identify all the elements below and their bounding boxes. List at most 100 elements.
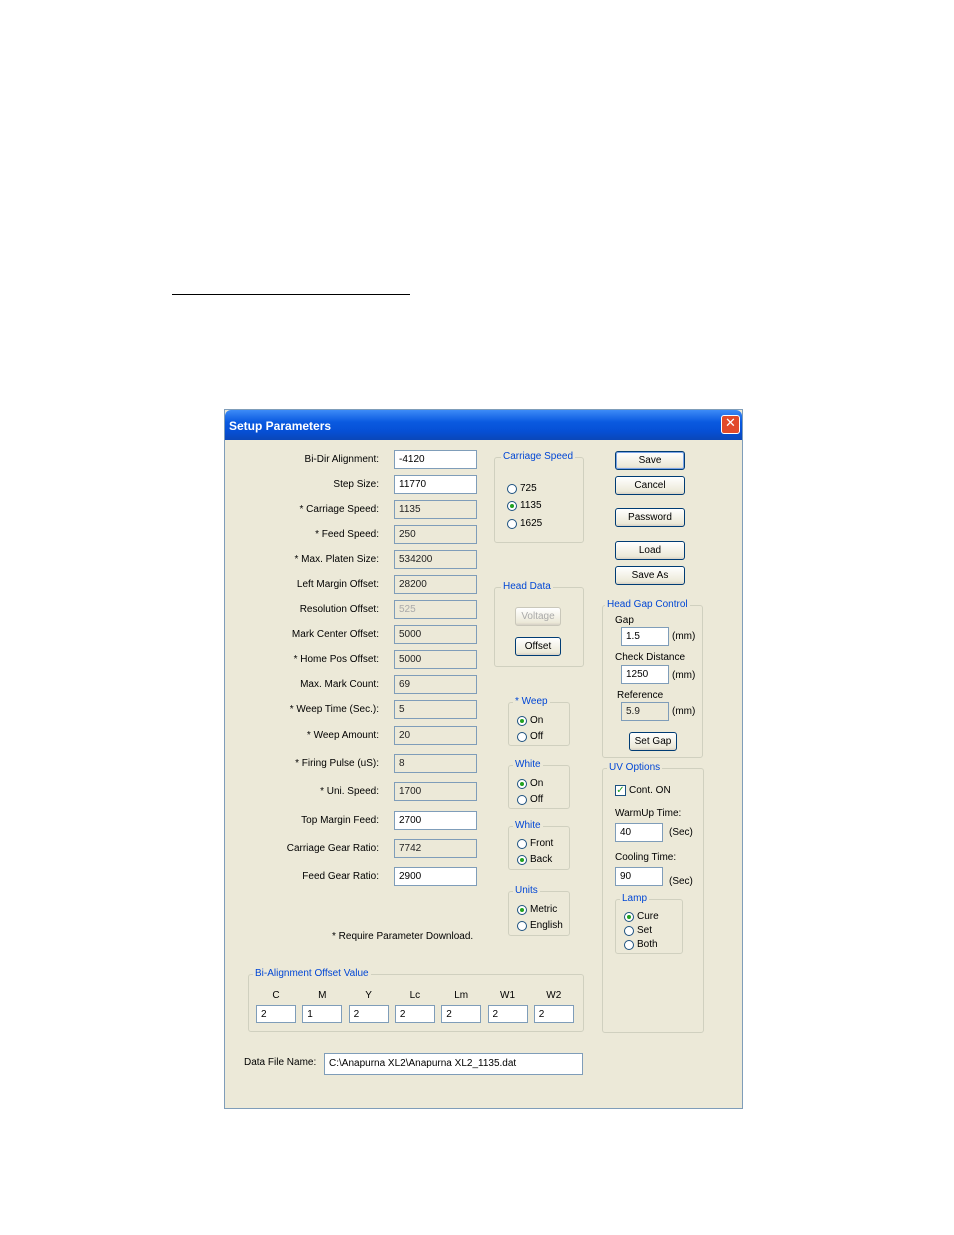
weep-off-radio[interactable]: Off bbox=[517, 731, 543, 742]
weep-title: * Weep bbox=[513, 696, 550, 707]
radio-icon bbox=[517, 794, 527, 805]
title-bar[interactable]: Setup Parameters ✕ bbox=[225, 410, 742, 440]
gap-input[interactable]: 1.5 bbox=[621, 627, 669, 646]
gap-label: Gap bbox=[615, 615, 634, 626]
param-label: Max. Mark Count: bbox=[300, 679, 379, 690]
param-label: Top Margin Feed: bbox=[301, 815, 379, 826]
bi-alignment-column-label: Y bbox=[365, 990, 372, 1001]
param-input[interactable]: 2700 bbox=[394, 811, 477, 830]
bi-alignment-column-input[interactable]: 2 bbox=[348, 1005, 389, 1023]
bi-alignment-column-label: Lc bbox=[409, 990, 421, 1001]
bi-alignment-column-input[interactable]: 2 bbox=[533, 1005, 574, 1023]
white-on-radio[interactable]: On bbox=[517, 778, 543, 789]
save-button[interactable]: Save bbox=[615, 451, 685, 470]
uv-options-group: UV Options ✓ Cont. ON WarmUp Time: 40 (S… bbox=[602, 762, 704, 1033]
carriage-speed-725-radio[interactable]: 725 bbox=[507, 483, 537, 494]
radio-icon bbox=[624, 939, 634, 950]
param-input: 1135 bbox=[394, 500, 477, 519]
download-note: * Require Parameter Download. bbox=[332, 931, 474, 942]
lamp-group: Lamp Cure Set Both bbox=[615, 893, 683, 954]
param-label: Carriage Gear Ratio: bbox=[286, 843, 379, 854]
offset-button[interactable]: Offset bbox=[515, 637, 561, 656]
param-label: * Weep Amount: bbox=[306, 730, 379, 741]
param-input: 5 bbox=[394, 700, 477, 719]
lamp-title: Lamp bbox=[620, 893, 650, 904]
cont-on-label: Cont. ON bbox=[629, 785, 671, 796]
bi-alignment-offset-group: Bi-Alignment Offset Value C 2 M 1 Y 2 Lc 2 Lm 2 W1… bbox=[248, 968, 584, 1032]
reference-value: 5.9 bbox=[621, 702, 669, 721]
units-title: Units bbox=[513, 885, 540, 896]
carriage-speed-title: Carriage Speed bbox=[501, 451, 576, 462]
white-position-title: White bbox=[513, 820, 543, 831]
password-button[interactable]: Password bbox=[615, 508, 685, 527]
radio-selected-icon bbox=[624, 911, 634, 922]
weep-on-radio[interactable]: On bbox=[517, 715, 543, 726]
white-position-group: White Front Back bbox=[508, 820, 570, 870]
data-file-input[interactable]: C:\Anapurna XL2\Anapurna XL2_1135.dat bbox=[324, 1053, 583, 1075]
radio-selected-icon bbox=[517, 904, 527, 915]
bi-alignment-column-label: C bbox=[272, 990, 280, 1001]
bi-alignment-column-input[interactable]: 2 bbox=[256, 1005, 296, 1023]
radio-icon bbox=[517, 920, 527, 931]
units-metric-radio[interactable]: Metric bbox=[517, 904, 557, 915]
load-button[interactable]: Load bbox=[615, 541, 685, 560]
param-input[interactable]: -4120 bbox=[394, 450, 477, 469]
carriage-speed-1625-radio[interactable]: 1625 bbox=[507, 518, 542, 529]
param-label: Feed Gear Ratio: bbox=[302, 871, 379, 882]
setup-parameters-dialog: Setup Parameters ✕ Bi-Dir Alignment: -412… bbox=[224, 409, 743, 1109]
param-input: 8 bbox=[394, 754, 477, 773]
document-rule bbox=[172, 294, 410, 295]
white-on-off-group: White On Off bbox=[508, 759, 570, 809]
carriage-speed-group: Carriage Speed 725 1135 1625 bbox=[494, 451, 584, 543]
lamp-both-radio[interactable]: Both bbox=[624, 939, 658, 950]
lamp-set-radio[interactable]: Set bbox=[624, 925, 652, 936]
check-distance-input[interactable]: 1250 bbox=[621, 665, 669, 684]
head-data-title: Head Data bbox=[501, 581, 553, 592]
param-label: Resolution Offset: bbox=[299, 604, 379, 615]
units-english-radio[interactable]: English bbox=[517, 920, 563, 931]
data-file-label: Data File Name: bbox=[244, 1057, 317, 1068]
radio-selected-icon bbox=[507, 500, 517, 511]
param-input: 7742 bbox=[394, 839, 477, 858]
reference-unit: (mm) bbox=[672, 706, 696, 717]
check-distance-label: Check Distance bbox=[615, 652, 686, 663]
param-label: Step Size: bbox=[333, 479, 379, 490]
radio-selected-icon bbox=[517, 778, 527, 789]
param-input[interactable]: 11770 bbox=[394, 475, 477, 494]
cont-on-checkbox[interactable]: ✓ bbox=[615, 785, 626, 796]
warmup-time-label: WarmUp Time: bbox=[615, 808, 682, 819]
cooling-time-input[interactable]: 90 bbox=[615, 867, 663, 886]
carriage-speed-1135-radio[interactable]: 1135 bbox=[507, 500, 542, 511]
param-label: * Firing Pulse (uS): bbox=[295, 758, 379, 769]
radio-icon bbox=[517, 838, 527, 849]
cooling-time-unit: (Sec) bbox=[669, 876, 693, 887]
head-gap-control-group: Head Gap Control Gap 1.5 (mm) Check Dist… bbox=[602, 599, 703, 758]
save-as-button[interactable]: Save As bbox=[615, 566, 685, 585]
radio-icon bbox=[507, 518, 517, 529]
param-label: Mark Center Offset: bbox=[291, 629, 379, 640]
close-icon[interactable]: ✕ bbox=[721, 415, 740, 434]
white-off-radio[interactable]: Off bbox=[517, 794, 543, 805]
white-front-radio[interactable]: Front bbox=[517, 838, 553, 849]
warmup-time-unit: (Sec) bbox=[669, 827, 693, 838]
param-input[interactable]: 2900 bbox=[394, 867, 477, 886]
lamp-cure-radio[interactable]: Cure bbox=[624, 911, 659, 922]
param-label: * Home Pos Offset: bbox=[293, 654, 379, 665]
bi-alignment-column-input[interactable]: 1 bbox=[302, 1005, 343, 1023]
radio-selected-icon bbox=[517, 715, 527, 726]
bi-alignment-column-input[interactable]: 2 bbox=[441, 1005, 482, 1023]
voltage-button[interactable]: Voltage bbox=[515, 607, 561, 626]
warmup-time-input[interactable]: 40 bbox=[615, 823, 663, 842]
set-gap-button[interactable]: Set Gap bbox=[629, 732, 677, 751]
param-label: Bi-Dir Alignment: bbox=[304, 454, 379, 465]
param-label: * Feed Speed: bbox=[315, 529, 379, 540]
param-input: 20 bbox=[394, 726, 477, 745]
white-title: White bbox=[513, 759, 543, 770]
cancel-button[interactable]: Cancel bbox=[615, 476, 685, 495]
white-back-radio[interactable]: Back bbox=[517, 854, 552, 865]
bi-alignment-column-input[interactable]: 2 bbox=[487, 1005, 528, 1023]
bi-alignment-column-input[interactable]: 2 bbox=[394, 1005, 435, 1023]
param-label: * Max. Platen Size: bbox=[294, 554, 379, 565]
param-label: Left Margin Offset: bbox=[296, 579, 379, 590]
radio-icon bbox=[507, 483, 517, 494]
